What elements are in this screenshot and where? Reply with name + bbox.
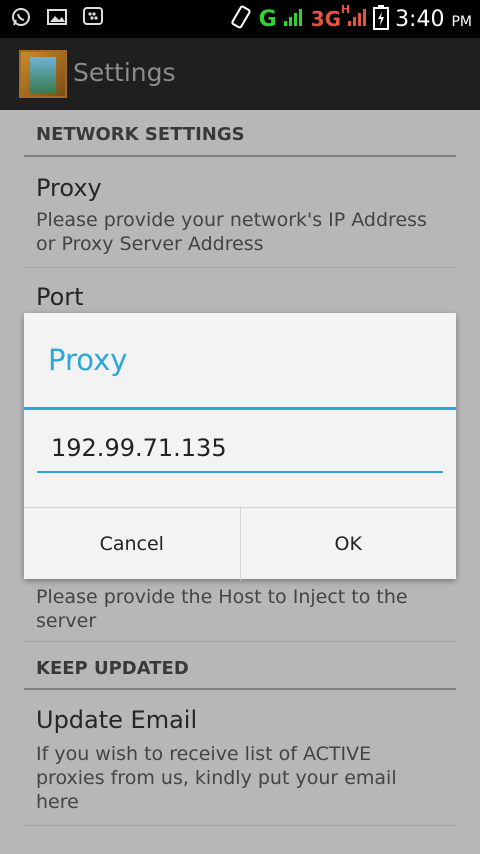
action-bar: Settings <box>0 38 480 110</box>
hspa-label: H <box>340 3 351 16</box>
app-icon-door <box>30 57 56 93</box>
whatsapp-icon <box>10 6 32 28</box>
dialog-buttons: Cancel OK <box>24 507 456 580</box>
signal-icon <box>283 7 305 31</box>
bbm-icon <box>82 6 104 28</box>
status-bar: G 3G H 3:40 PM <box>0 0 480 38</box>
dialog-title-divider <box>24 407 456 410</box>
clock-time: 3:40 <box>395 6 445 32</box>
image-icon <box>46 6 68 28</box>
proxy-input[interactable] <box>37 425 443 473</box>
proxy-dialog: Proxy Cancel OK <box>24 313 456 580</box>
clock: 3:40 PM <box>395 7 472 32</box>
3g-text: 3G <box>310 7 342 31</box>
action-bar-title: Settings <box>73 58 176 87</box>
signal-3g-icon <box>347 7 367 31</box>
dialog-title: Proxy <box>48 343 128 377</box>
g-network-label: G <box>258 6 277 32</box>
ok-button[interactable]: OK <box>239 508 457 580</box>
battery-icon <box>373 4 390 34</box>
app-icon[interactable] <box>19 50 67 98</box>
vibrate-icon <box>229 4 253 34</box>
clock-ampm: PM <box>451 13 472 30</box>
3g-network-label: 3G H <box>310 3 350 31</box>
cancel-button[interactable]: Cancel <box>24 508 240 580</box>
